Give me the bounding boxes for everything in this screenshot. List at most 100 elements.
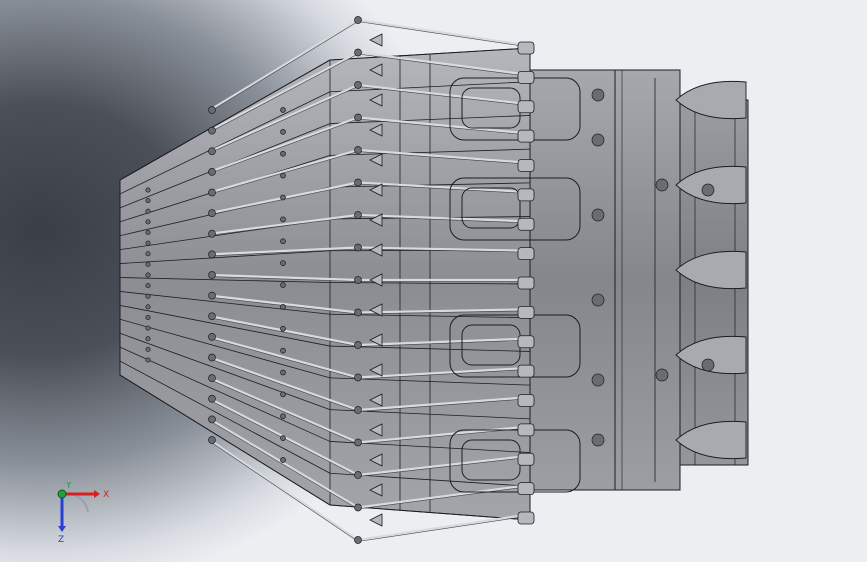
clevis-lug	[517, 276, 535, 290]
y-axis-dot	[57, 489, 67, 499]
pivot-pin	[208, 353, 216, 362]
actuator-rod-edge	[357, 516, 526, 542]
petal-rivet	[145, 336, 151, 342]
x-axis-label: X	[103, 490, 109, 500]
pivot-pin	[208, 333, 216, 341]
petal-rivet	[145, 240, 151, 246]
bolt-hole	[591, 293, 605, 307]
pivot-pin	[354, 536, 362, 544]
petal-rivet	[145, 261, 151, 267]
petal-rivet	[280, 391, 286, 398]
bolt-hole	[591, 433, 605, 447]
bolt-hole	[655, 368, 669, 382]
reference-triad: X Y Z	[57, 482, 109, 544]
actuator-rod	[357, 18, 526, 47]
pivot-pin	[208, 291, 216, 300]
clevis-lug	[517, 159, 535, 172]
pivot-pin	[354, 373, 362, 382]
pivot-pin	[354, 48, 362, 57]
pivot-pin	[208, 106, 216, 114]
petal-rivet	[280, 413, 286, 420]
petal-rivet	[145, 198, 151, 204]
pivot-pin	[354, 503, 362, 512]
bolt-hole	[591, 208, 605, 222]
clevis-lug	[517, 247, 535, 261]
pivot-pin	[208, 436, 216, 444]
clevis-lug	[517, 305, 535, 319]
clevis-lug	[517, 217, 535, 231]
rod-bracket	[369, 33, 383, 47]
pivot-pin	[354, 146, 362, 154]
clevis-lug	[517, 41, 535, 55]
petal-rivet	[145, 229, 151, 236]
petal-rivet	[280, 304, 286, 310]
pivot-pin	[354, 406, 362, 414]
pivot-pin	[354, 16, 362, 24]
clevis-lug	[517, 335, 535, 349]
clevis-lug	[517, 482, 535, 496]
pivot-pin	[354, 341, 362, 349]
petal-rivet	[280, 216, 286, 223]
pivot-pin	[208, 229, 216, 238]
graphics-viewport[interactable]: X Y Z	[0, 0, 867, 562]
petal-rivet	[280, 325, 286, 332]
pivot-pin	[208, 209, 216, 217]
clevis-lug	[517, 129, 535, 143]
petal-rivet	[280, 238, 286, 245]
pivot-pin	[354, 178, 362, 187]
z-axis-label: Z	[58, 535, 64, 544]
pivot-pin	[208, 312, 216, 321]
bolt-hole	[701, 183, 715, 197]
clevis-lug	[517, 511, 535, 525]
petal-rivet	[280, 282, 286, 288]
petal-rivet	[145, 357, 151, 363]
petal-rivet	[145, 314, 151, 321]
pivot-pin	[354, 438, 362, 447]
pivot-pin	[354, 243, 362, 252]
pivot-pin	[208, 374, 216, 382]
actuator-rod	[357, 513, 526, 542]
bolt-hole	[655, 178, 669, 192]
clevis-lug	[517, 423, 535, 437]
pivot-pin	[354, 276, 362, 284]
engine-assembly-model[interactable]	[0, 0, 867, 562]
bolt-hole	[701, 358, 715, 372]
pivot-pin	[208, 147, 216, 156]
pivot-pin	[354, 211, 362, 219]
pivot-pin	[208, 394, 216, 403]
petal-rivet	[145, 346, 151, 352]
petal-rivet	[145, 251, 151, 257]
petal-rivet	[145, 187, 151, 193]
petal-rivet	[145, 325, 151, 331]
pivot-pin	[354, 81, 362, 89]
petal-rivet	[145, 272, 151, 278]
petal-rivet	[280, 435, 286, 441]
pivot-pin	[208, 250, 216, 259]
pivot-pin	[208, 126, 216, 135]
petal-rivet	[280, 150, 286, 157]
x-axis-arrow	[94, 490, 100, 498]
main-casing	[529, 69, 681, 491]
triad-arc	[61, 492, 89, 513]
petal-rivet	[145, 293, 151, 299]
pivot-pin	[354, 471, 362, 479]
petal-rivet	[280, 369, 286, 376]
pivot-pin	[208, 271, 216, 279]
bolt-hole	[591, 133, 605, 147]
pivot-pin	[208, 168, 216, 176]
petal-rivet	[280, 194, 286, 201]
bolt-hole	[591, 373, 605, 387]
petal-rivet	[280, 172, 286, 179]
pivot-pin	[354, 113, 362, 122]
bolt-hole	[591, 88, 605, 102]
clevis-lug	[517, 70, 535, 84]
petal-rivet	[280, 260, 286, 266]
z-axis-arrow	[58, 526, 66, 532]
pivot-pin	[208, 188, 216, 197]
petal-rivet	[280, 129, 286, 135]
clevis-lug	[517, 394, 535, 407]
petal-rivet	[145, 208, 151, 214]
petal-rivet	[145, 304, 151, 310]
pivot-pin	[208, 415, 216, 424]
clevis-lug	[517, 364, 535, 378]
